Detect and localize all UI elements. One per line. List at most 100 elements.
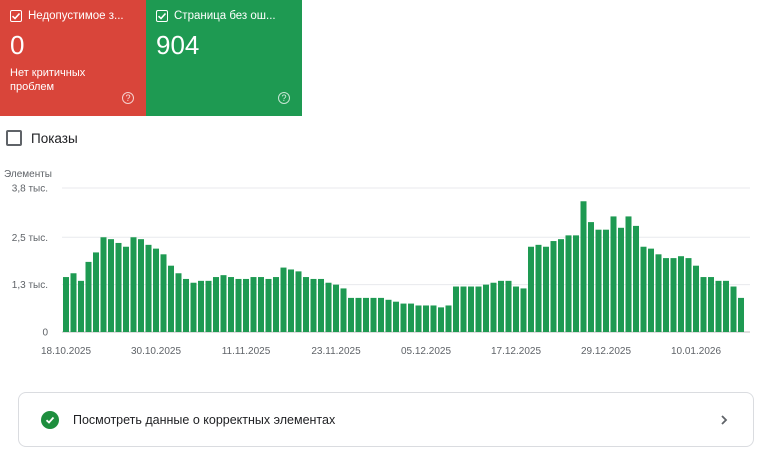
chart-bar[interactable] xyxy=(543,246,549,332)
chart-bar[interactable] xyxy=(573,235,579,332)
chart-bar[interactable] xyxy=(175,273,182,332)
chart-bar[interactable] xyxy=(100,237,107,332)
chart-bar[interactable] xyxy=(415,305,422,332)
chart-bar[interactable] xyxy=(558,239,564,332)
chart-bar[interactable] xyxy=(663,258,669,332)
chart-bar[interactable] xyxy=(325,282,332,332)
impressions-toggle[interactable]: Показы xyxy=(6,130,78,146)
chart-bar[interactable] xyxy=(715,280,722,332)
chart-bar[interactable] xyxy=(468,286,474,332)
chart-bar[interactable] xyxy=(535,244,542,332)
chart-bar[interactable] xyxy=(310,278,317,332)
chart-bar[interactable] xyxy=(138,239,144,332)
valid-card[interactable]: Страница без ош... 904 ? xyxy=(146,0,302,116)
chart-bar[interactable] xyxy=(670,258,677,332)
chart-bar[interactable] xyxy=(580,201,587,332)
chart-bar[interactable] xyxy=(520,288,527,332)
help-circle-icon[interactable]: ? xyxy=(278,92,290,104)
chart-bar[interactable] xyxy=(400,303,407,332)
chart-bar[interactable] xyxy=(295,271,302,332)
chart-bar[interactable] xyxy=(145,244,152,332)
chart-bar[interactable] xyxy=(618,227,624,332)
checkbox-unchecked-icon[interactable] xyxy=(6,130,22,146)
chart-bar[interactable] xyxy=(280,267,287,332)
chart-bar[interactable] xyxy=(198,280,204,332)
chart-bar[interactable] xyxy=(70,273,77,332)
chart-bar[interactable] xyxy=(348,297,354,332)
chart-bar[interactable] xyxy=(490,282,497,332)
chart-bar[interactable] xyxy=(408,303,414,332)
chart-bar[interactable] xyxy=(655,254,662,332)
chart-bar[interactable] xyxy=(738,297,744,332)
chart-bar[interactable] xyxy=(453,286,459,332)
checkbox-checked-icon[interactable] xyxy=(10,10,22,22)
chart-bar[interactable] xyxy=(595,229,602,332)
chart-bar[interactable] xyxy=(205,280,212,332)
chart-bar[interactable] xyxy=(610,216,617,332)
chart-bar[interactable] xyxy=(460,286,467,332)
chart-bar[interactable] xyxy=(700,277,707,332)
chart-bar[interactable] xyxy=(220,275,227,332)
chart-bar[interactable] xyxy=(235,278,242,332)
chart-bar[interactable] xyxy=(505,280,512,332)
chart-bar[interactable] xyxy=(475,286,482,332)
chart-bar[interactable] xyxy=(183,278,189,332)
chart-bar[interactable] xyxy=(363,297,369,332)
chart-bar[interactable] xyxy=(318,278,324,332)
chart-bar[interactable] xyxy=(528,246,534,332)
chart-bar[interactable] xyxy=(693,265,699,332)
chart-bar[interactable] xyxy=(723,280,729,332)
chart-bar[interactable] xyxy=(78,280,84,332)
invalid-card[interactable]: Недопустимое з... 0 Нет критичных пробле… xyxy=(0,0,146,116)
chart-bar[interactable] xyxy=(243,278,249,332)
chart-bar[interactable] xyxy=(370,297,377,332)
chart-bar[interactable] xyxy=(483,284,489,332)
chart-bar[interactable] xyxy=(93,252,99,332)
chart-bar[interactable] xyxy=(588,222,594,332)
chart-bar[interactable] xyxy=(633,225,639,332)
chart-bar[interactable] xyxy=(265,278,272,332)
chart-bar[interactable] xyxy=(640,246,647,332)
chart-bar[interactable] xyxy=(340,288,347,332)
chart-bar[interactable] xyxy=(550,241,557,332)
chart-bar[interactable] xyxy=(378,297,384,332)
chart-bar[interactable] xyxy=(678,256,684,332)
chart-bar[interactable] xyxy=(258,277,264,332)
chart-bar[interactable] xyxy=(168,265,174,332)
chart-bar[interactable] xyxy=(648,248,654,332)
chart-bar[interactable] xyxy=(513,286,519,332)
help-circle-icon[interactable]: ? xyxy=(122,92,134,104)
chart-bar[interactable] xyxy=(498,280,504,332)
chart-bar[interactable] xyxy=(213,277,219,332)
chart-bar[interactable] xyxy=(63,277,69,332)
chart-bar[interactable] xyxy=(115,242,122,332)
chart-bar[interactable] xyxy=(288,269,294,332)
checkbox-checked-icon[interactable] xyxy=(156,10,168,22)
chart-bar[interactable] xyxy=(190,282,197,332)
chart-bar[interactable] xyxy=(438,307,444,332)
chart-bar[interactable] xyxy=(685,258,692,332)
chart-bar[interactable] xyxy=(565,235,572,332)
chart-bar[interactable] xyxy=(445,305,452,332)
chart-bar[interactable] xyxy=(603,229,609,332)
chart-bar[interactable] xyxy=(250,277,257,332)
chart-bar[interactable] xyxy=(355,297,362,332)
view-valid-items-button[interactable]: Посмотреть данные о корректных элементах xyxy=(18,392,754,447)
chart-bar[interactable] xyxy=(430,305,437,332)
chart-bar[interactable] xyxy=(708,277,714,332)
chart-bar[interactable] xyxy=(160,254,167,332)
chart-bar[interactable] xyxy=(730,286,737,332)
chart-bar[interactable] xyxy=(153,248,159,332)
chart-bar[interactable] xyxy=(123,246,129,332)
chart-bar[interactable] xyxy=(108,239,114,332)
chart-bar[interactable] xyxy=(423,305,429,332)
chart-bar[interactable] xyxy=(393,301,399,332)
chart-bar[interactable] xyxy=(385,299,392,332)
chart-bar[interactable] xyxy=(333,284,339,332)
chart-bar[interactable] xyxy=(625,216,632,332)
chart-bar[interactable] xyxy=(130,237,137,332)
chart-bar[interactable] xyxy=(228,277,234,332)
chart-bar[interactable] xyxy=(303,277,309,332)
chart-bar[interactable] xyxy=(273,277,279,332)
chart-bar[interactable] xyxy=(85,261,92,332)
